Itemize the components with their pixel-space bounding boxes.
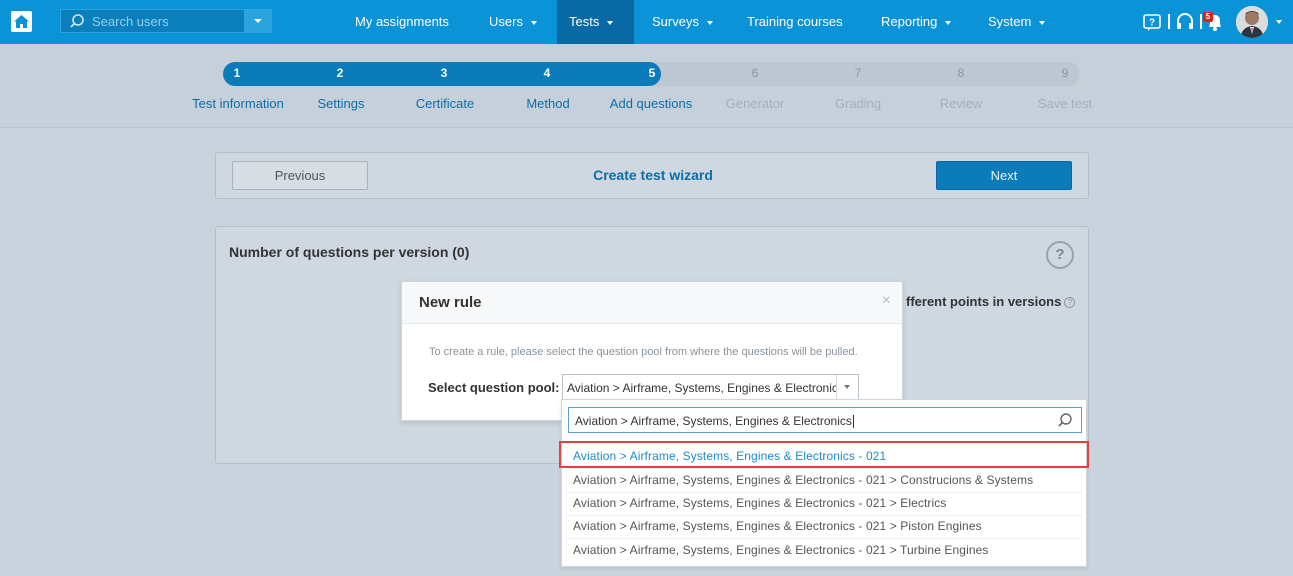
nav-label: Surveys: [652, 14, 699, 29]
step-number: 3: [440, 66, 448, 80]
pool-option[interactable]: Aviation > Airframe, Systems, Engines & …: [573, 473, 1081, 487]
nav-tests[interactable]: Tests: [557, 0, 634, 44]
next-button[interactable]: Next: [936, 161, 1072, 190]
question-pool-label: Select question pool:: [428, 380, 560, 395]
step-settings[interactable]: Settings: [318, 96, 365, 111]
user-search-box[interactable]: Search users: [60, 9, 272, 33]
top-navigation: Search users My assignments Users Tests …: [0, 0, 1293, 44]
chevron-down-icon[interactable]: [836, 375, 858, 399]
option-divider: [568, 515, 1082, 516]
notification-badge: 5: [1203, 12, 1213, 22]
search-icon: [1058, 413, 1072, 427]
question-pool-dropdown: Aviation > Airframe, Systems, Engines & …: [561, 399, 1087, 567]
step-number: 5: [648, 66, 656, 80]
nav-label: Tests: [569, 14, 600, 29]
step-number: 2: [336, 66, 344, 80]
modal-hint-text: To create a rule, please select the ques…: [429, 346, 858, 358]
search-dropdown-toggle[interactable]: [244, 10, 271, 32]
nav-label: Reporting: [881, 14, 938, 29]
step-method[interactable]: Method: [526, 96, 569, 111]
pool-option[interactable]: Aviation > Airframe, Systems, Engines & …: [573, 519, 1081, 533]
step-certificate[interactable]: Certificate: [416, 96, 475, 111]
pool-option[interactable]: Aviation > Airframe, Systems, Engines & …: [573, 496, 1081, 510]
info-icon: ?: [1064, 297, 1076, 309]
panel-title: Number of questions per version (0): [229, 244, 470, 260]
nav-divider: [1200, 14, 1202, 29]
step-test-information[interactable]: Test information: [192, 96, 284, 111]
step-review: Review: [939, 96, 983, 111]
selected-option-highlight: [559, 441, 1089, 468]
dropdown-search-value: Aviation > Airframe, Systems, Engines & …: [575, 414, 852, 428]
chevron-down-icon: [945, 20, 952, 25]
user-avatar-icon: [1236, 6, 1268, 38]
chevron-down-icon: [607, 20, 614, 25]
step-number: 6: [751, 66, 759, 80]
nav-training-courses[interactable]: Training courses: [735, 0, 855, 44]
step-number: 4: [543, 66, 551, 80]
search-input[interactable]: Search users: [92, 14, 169, 29]
wizard-header-panel: Previous Create test wizard Next: [215, 152, 1089, 199]
nav-label: Users: [489, 14, 523, 29]
step-save-test: Save test: [1037, 96, 1093, 111]
close-icon[interactable]: ×: [882, 292, 891, 310]
step-number: 1: [233, 66, 241, 80]
svg-text:?: ?: [1149, 18, 1155, 29]
headset-icon[interactable]: [1175, 12, 1195, 32]
nav-system[interactable]: System: [976, 0, 1057, 44]
nav-label: Training courses: [747, 14, 843, 29]
step-add-questions[interactable]: Add questions: [610, 96, 692, 111]
modal-header: New rule ×: [402, 282, 902, 324]
question-pool-value: Aviation > Airframe, Systems, Engines & …: [567, 381, 837, 395]
modal-title: New rule: [419, 294, 482, 311]
home-button[interactable]: [11, 11, 32, 32]
different-points-option[interactable]: fferent points in versions?: [906, 294, 1076, 309]
option-divider: [568, 492, 1082, 493]
avatar[interactable]: [1236, 6, 1268, 38]
search-icon: [70, 14, 84, 28]
question-pool-select[interactable]: Aviation > Airframe, Systems, Engines & …: [562, 374, 859, 400]
step-grading: Grading: [834, 96, 882, 111]
step-number: 8: [957, 66, 965, 80]
help-button[interactable]: ?: [1046, 241, 1074, 269]
nav-surveys[interactable]: Surveys: [640, 0, 725, 44]
dropdown-search-input[interactable]: Aviation > Airframe, Systems, Engines & …: [568, 407, 1082, 433]
nav-label: System: [988, 14, 1032, 29]
nav-reporting[interactable]: Reporting: [869, 0, 963, 44]
step-generator: Generator: [725, 96, 785, 111]
nav-users[interactable]: Users: [477, 0, 549, 44]
nav-my-assignments[interactable]: My assignments: [343, 0, 461, 44]
step-number: 9: [1061, 66, 1069, 80]
nav-label: My assignments: [355, 14, 449, 29]
chevron-down-icon: [706, 20, 713, 25]
chevron-down-icon[interactable]: [1276, 20, 1282, 24]
home-icon: [14, 15, 29, 28]
wizard-steps-bar: [0, 44, 1293, 128]
different-points-label: fferent points in versions: [906, 294, 1062, 309]
option-divider: [568, 538, 1082, 539]
step-number: 7: [854, 66, 862, 80]
nav-divider: [1168, 14, 1170, 29]
chevron-down-icon: [530, 20, 537, 25]
help-center-icon[interactable]: ?: [1142, 12, 1162, 32]
chevron-down-icon: [1039, 20, 1046, 25]
pool-option[interactable]: Aviation > Airframe, Systems, Engines & …: [573, 543, 1081, 557]
option-divider: [568, 468, 1082, 469]
